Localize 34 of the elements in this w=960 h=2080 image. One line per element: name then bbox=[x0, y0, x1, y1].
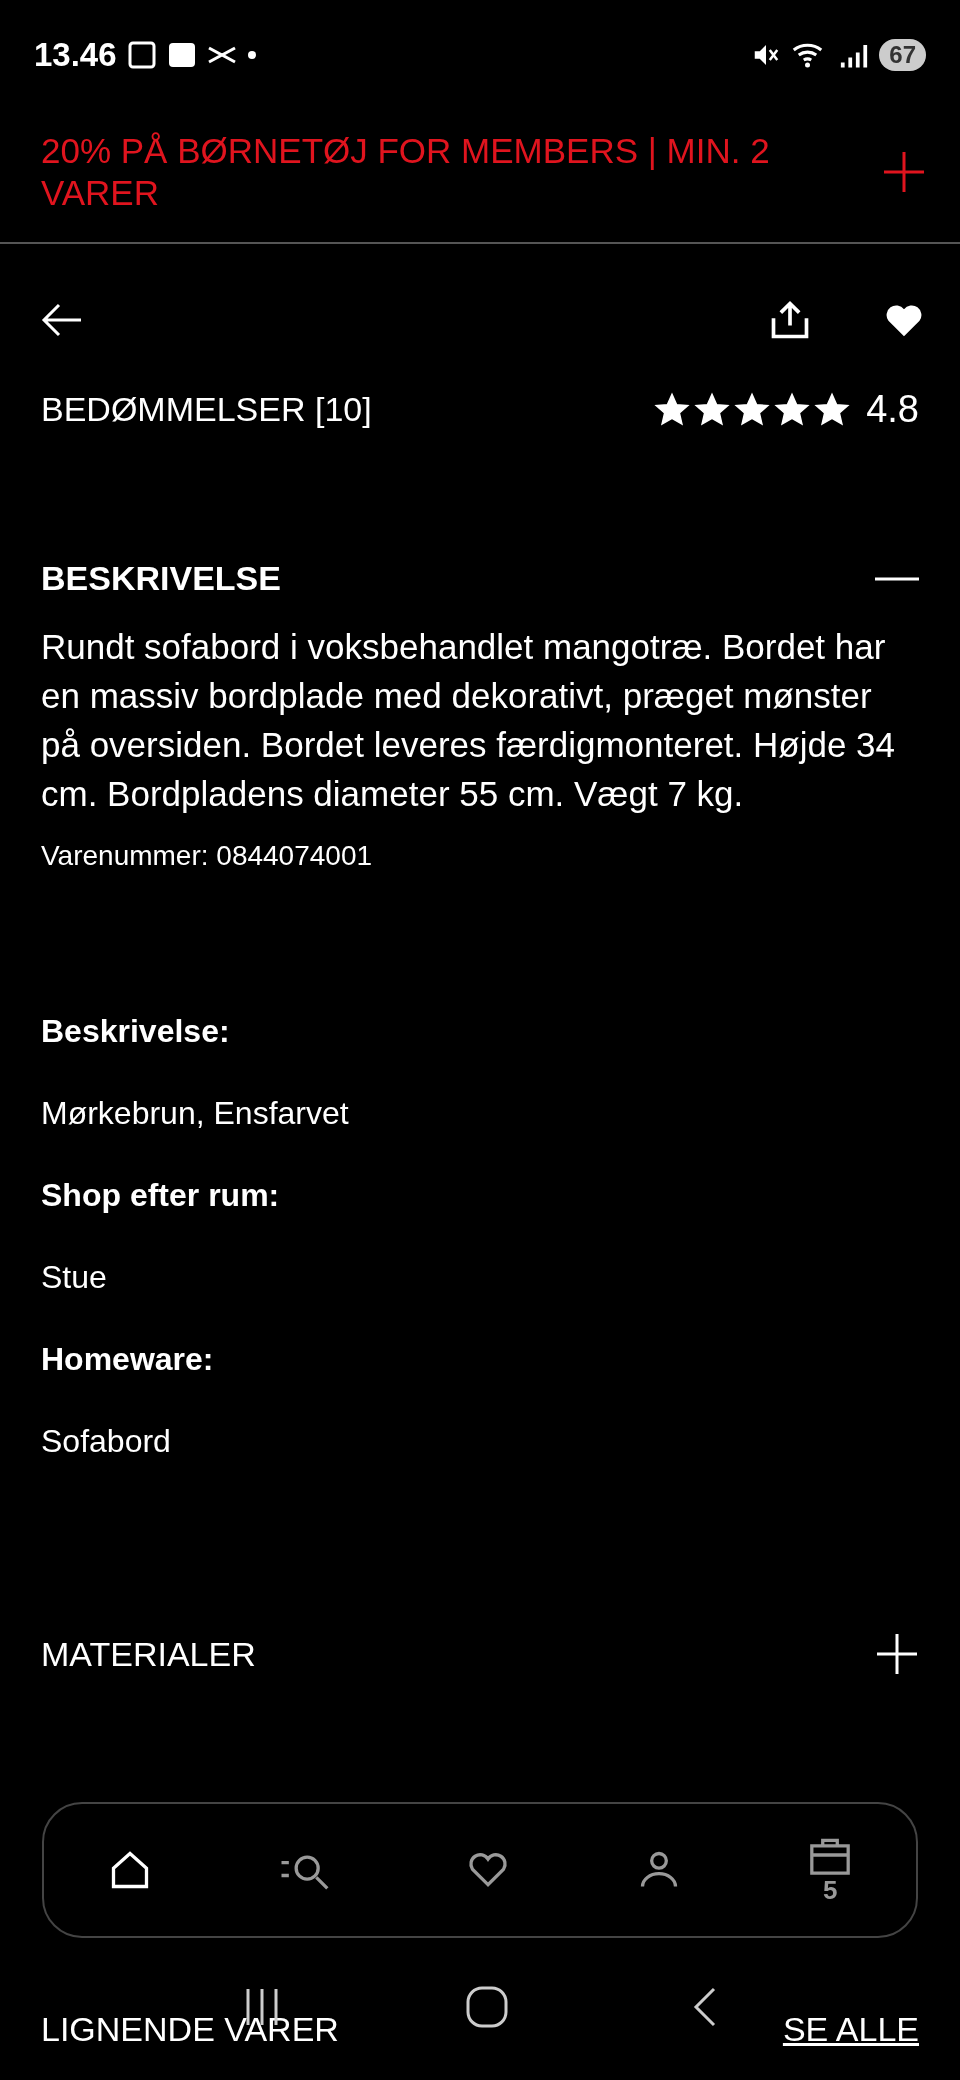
rating-value: 4.8 bbox=[866, 388, 919, 431]
dot-icon bbox=[246, 50, 257, 60]
article-number: Varenummer: 0844074001 bbox=[41, 840, 374, 872]
see-all-link[interactable]: SE ALLE bbox=[782, 2010, 919, 2049]
minus-icon bbox=[875, 576, 919, 581]
screenshot-icon bbox=[126, 40, 157, 70]
section-title: BESKRIVELSE bbox=[41, 559, 281, 598]
attribute-label: Shop efter rum: bbox=[41, 1175, 281, 1215]
attribute-value: Stue bbox=[41, 1257, 108, 1297]
description-text: Rundt sofabord i voksbehandlet mangotræ. Bordet har en massiv bordplade med dekorativt, præget mønster på oversiden. Bordet leveres færdigmonteret. Højde 34 cm. Bordpladens diameter 55 cm. Vægt 7 kg. bbox=[41, 626, 897, 815]
star-icon bbox=[654, 391, 691, 428]
plus-icon bbox=[875, 1632, 919, 1676]
star-icon bbox=[694, 391, 731, 428]
plus-icon bbox=[882, 150, 926, 194]
nav-tab[interactable]: 5 bbox=[808, 1834, 853, 1906]
section-title: MATERIALER bbox=[41, 1634, 256, 1674]
star-icon bbox=[774, 391, 811, 428]
back-arrow-icon bbox=[41, 302, 83, 338]
favorite-button[interactable] bbox=[884, 302, 924, 338]
attribute-label: Homeware: bbox=[41, 1339, 215, 1379]
promo-banner-text: 20% PÅ BØRNETØJ FOR MEMBERS | MIN. 2 VARER bbox=[41, 130, 771, 214]
attribute-value: Mørkebrun, Ensfarvet bbox=[41, 1093, 350, 1133]
attribute-value: Sofabord bbox=[41, 1421, 172, 1461]
star-icon bbox=[734, 391, 771, 428]
back-button[interactable] bbox=[41, 302, 83, 338]
status-time: 13.46 bbox=[34, 36, 117, 74]
heart-icon bbox=[884, 302, 924, 338]
collapse-button[interactable] bbox=[875, 576, 919, 581]
attribute-label: Beskrivelse: bbox=[41, 1011, 231, 1051]
reviews-label: BEDØMMELSER [10] bbox=[41, 390, 372, 429]
battery-indicator: 67 bbox=[879, 39, 926, 71]
bag-count: 5 bbox=[823, 1874, 838, 1906]
section-title: LIGNENDE VARER bbox=[41, 2010, 339, 2049]
star-icon bbox=[814, 391, 851, 428]
